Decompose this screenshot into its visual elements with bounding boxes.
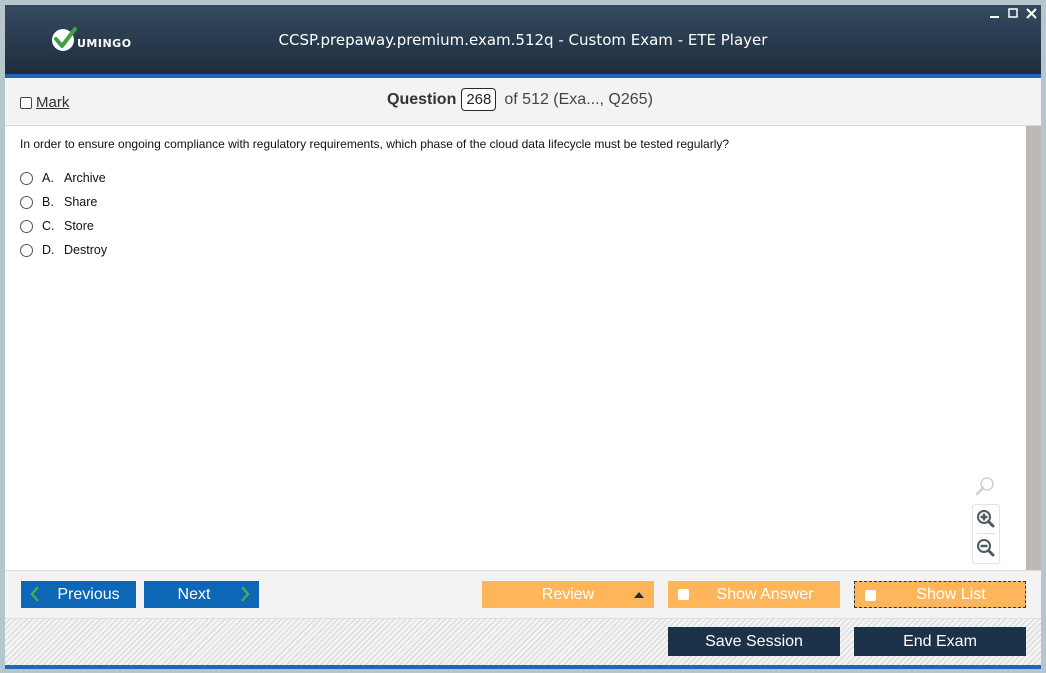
search-button[interactable] bbox=[974, 476, 998, 500]
end-exam-button[interactable]: End Exam bbox=[854, 627, 1026, 656]
option-letter: C. bbox=[42, 219, 55, 233]
chevron-right-icon bbox=[241, 586, 250, 602]
option-letter: A. bbox=[42, 171, 54, 185]
zoom-in-icon bbox=[977, 510, 995, 528]
option-text: Store bbox=[64, 219, 94, 233]
show-list-label: Show List bbox=[916, 585, 986, 603]
review-button[interactable]: Review bbox=[482, 581, 654, 608]
option-text: Destroy bbox=[64, 243, 108, 257]
zoom-in-button[interactable] bbox=[974, 505, 998, 533]
maximize-icon bbox=[1008, 8, 1018, 18]
question-total: of 512 (Exa..., Q265) bbox=[504, 90, 653, 108]
mark-checkbox[interactable]: Mark bbox=[20, 94, 69, 111]
radio-button[interactable] bbox=[20, 195, 33, 209]
maximize-button[interactable] bbox=[1007, 7, 1019, 19]
footer-bar: Save Session End Exam bbox=[5, 618, 1041, 666]
question-navigator: Question 268 of 512 (Exa..., Q265) bbox=[387, 88, 653, 111]
zoom-controls bbox=[972, 504, 1000, 564]
option-a[interactable]: A. Archive bbox=[20, 166, 107, 190]
previous-button[interactable]: Previous bbox=[21, 581, 136, 608]
radio-button[interactable] bbox=[20, 219, 33, 233]
option-letter: B. bbox=[42, 195, 54, 209]
checkbox-icon bbox=[678, 589, 689, 600]
end-exam-label: End Exam bbox=[903, 632, 977, 650]
radio-button[interactable] bbox=[20, 171, 33, 185]
search-icon bbox=[975, 477, 994, 496]
window-controls bbox=[989, 7, 1037, 19]
app-window: UMINGO CCSP.prepaway.premium.exam.512q -… bbox=[5, 5, 1041, 669]
next-label: Next bbox=[177, 585, 211, 603]
zoom-out-icon bbox=[977, 539, 995, 557]
option-text: Share bbox=[64, 195, 98, 209]
chevron-left-icon bbox=[30, 586, 39, 602]
show-list-button[interactable]: Show List bbox=[854, 581, 1026, 608]
title-bar: UMINGO CCSP.prepaway.premium.exam.512q -… bbox=[5, 5, 1041, 74]
close-icon bbox=[1025, 7, 1037, 19]
window-title: CCSP.prepaway.premium.exam.512q - Custom… bbox=[278, 31, 768, 49]
show-answer-button[interactable]: Show Answer bbox=[668, 581, 840, 608]
minimize-icon bbox=[990, 16, 999, 18]
previous-label: Previous bbox=[57, 585, 120, 603]
checkbox-icon bbox=[20, 96, 32, 109]
answer-options: A. Archive B. Share C. Store D. Destroy bbox=[20, 166, 107, 262]
option-b[interactable]: B. Share bbox=[20, 190, 107, 214]
save-session-label: Save Session bbox=[705, 632, 803, 650]
next-button[interactable]: Next bbox=[144, 581, 259, 608]
option-letter: D. bbox=[42, 243, 55, 257]
close-button[interactable] bbox=[1025, 7, 1037, 19]
minimize-button[interactable] bbox=[989, 7, 1001, 19]
question-number-input[interactable]: 268 bbox=[461, 88, 497, 111]
question-content: In order to ensure ongoing compliance wi… bbox=[5, 126, 1026, 570]
review-label: Review bbox=[541, 585, 595, 603]
vertical-scrollbar[interactable] bbox=[1026, 126, 1041, 570]
zoom-out-button[interactable] bbox=[974, 534, 998, 562]
navigation-bar: Previous Next Review Show Answer Show Li… bbox=[5, 570, 1041, 619]
option-d[interactable]: D. Destroy bbox=[20, 238, 107, 262]
footer-accent-bar bbox=[5, 665, 1041, 669]
question-label: Question bbox=[387, 90, 457, 108]
question-bar: Mark Question 268 of 512 (Exa..., Q265) bbox=[5, 78, 1041, 126]
radio-button[interactable] bbox=[20, 243, 33, 257]
option-text: Archive bbox=[64, 171, 106, 185]
save-session-button[interactable]: Save Session bbox=[668, 627, 840, 656]
option-c[interactable]: C. Store bbox=[20, 214, 107, 238]
checkbox-icon bbox=[865, 590, 876, 601]
caret-up-icon bbox=[634, 592, 644, 598]
question-text: In order to ensure ongoing compliance wi… bbox=[20, 137, 730, 151]
show-answer-label: Show Answer bbox=[716, 585, 814, 603]
zoom-tools bbox=[972, 476, 1000, 564]
mark-label: Mark bbox=[36, 94, 70, 111]
